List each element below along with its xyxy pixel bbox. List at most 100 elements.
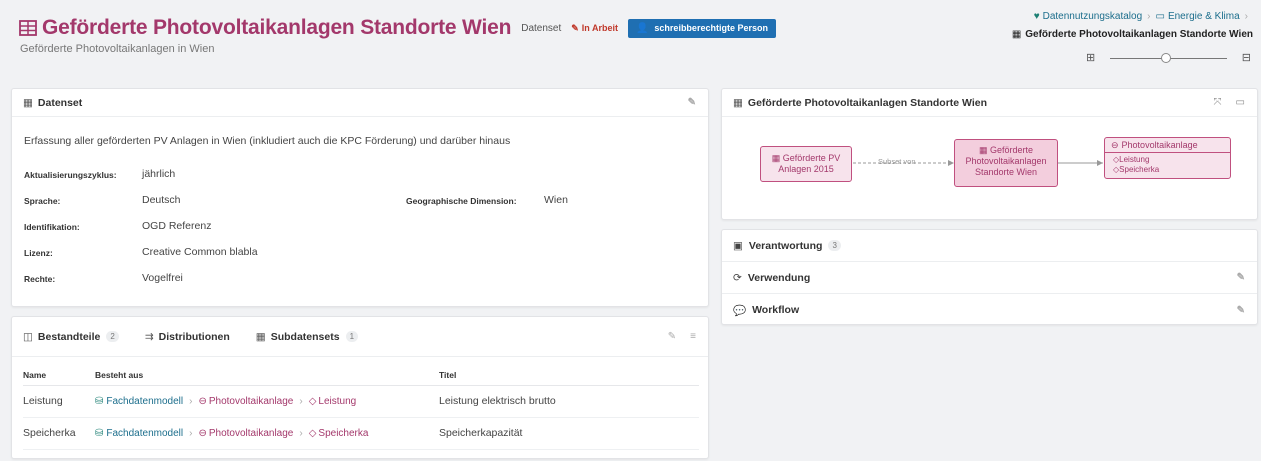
zoom-slider[interactable]: ⊞ ⊟ bbox=[1086, 51, 1251, 65]
user-icon: 👤 bbox=[635, 22, 649, 34]
entity-link[interactable]: Photovoltaikanlage bbox=[209, 396, 294, 407]
database-icon: ⛁ bbox=[95, 427, 104, 439]
model-link[interactable]: Fachdatenmodell bbox=[106, 428, 183, 439]
menu-icon[interactable]: ≡ bbox=[690, 331, 696, 342]
table-icon: ▦ bbox=[978, 145, 988, 155]
table-icon: ▦ bbox=[771, 153, 781, 163]
role-badge-label: schreibberechtigte Person bbox=[654, 23, 768, 33]
zoom-handle[interactable] bbox=[1161, 53, 1171, 63]
property-value: Creative Common blabla bbox=[142, 246, 258, 258]
attribute-link[interactable]: Leistung bbox=[318, 396, 356, 407]
cell-title: Speicherkapazität bbox=[439, 417, 699, 450]
cell-besteht-aus: ⛁ Fachdatenmodell › ⊖ Photovoltaikanlage… bbox=[95, 385, 439, 418]
model-link[interactable]: Fachdatenmodell bbox=[106, 396, 183, 407]
graph-node-label: Geförderte PV Anlagen 2015 bbox=[778, 153, 841, 174]
column-header[interactable]: Besteht aus bbox=[95, 365, 439, 386]
arrow-head bbox=[1097, 160, 1103, 166]
graph-panel: ▦ Geförderte Photovoltaikanlagen Standor… bbox=[721, 88, 1258, 220]
property-key: Lizenz: bbox=[24, 248, 53, 258]
property-value: Deutsch bbox=[142, 194, 181, 206]
id-card-icon: ▣ bbox=[733, 239, 743, 252]
tag-icon: ◇ bbox=[308, 427, 317, 439]
table-header-row: Name Besteht aus Titel bbox=[23, 365, 699, 386]
distribution-icon: ⇉ bbox=[144, 330, 154, 343]
panel-layout-icon[interactable]: ⊟ bbox=[1242, 51, 1251, 64]
graph-node-current[interactable]: ▦ Geförderte Photovoltaikanlagen Standor… bbox=[954, 139, 1058, 187]
property-row: Rechte: Vogelfrei bbox=[24, 272, 424, 286]
graph-node-entity[interactable]: ⊖ Photovoltaikanlage ◇Leistung ◇Speicher… bbox=[1104, 137, 1231, 179]
count-badge: 3 bbox=[828, 240, 841, 251]
path-separator: › bbox=[299, 395, 303, 407]
columns-icon: ◫ bbox=[23, 330, 33, 343]
type-label: Datenset bbox=[521, 22, 562, 34]
table-row[interactable]: Speicherka ⛁ Fachdatenmodell › ⊖ Photovo… bbox=[23, 417, 699, 450]
pencil-icon: ✎ bbox=[571, 22, 579, 33]
path-separator: › bbox=[189, 427, 193, 439]
grid-small-icon[interactable]: ⊞ bbox=[1086, 51, 1095, 64]
breadcrumb-current: ▦ Geförderte Photovoltaikanlagen Standor… bbox=[1012, 29, 1253, 40]
edit-icon[interactable]: ✎ bbox=[1237, 272, 1245, 283]
cell-besteht-aus: ⛁ Fachdatenmodell › ⊖ Photovoltaikanlage… bbox=[95, 417, 439, 450]
property-key: Sprache: bbox=[24, 196, 61, 206]
property-row: Aktualisierungszyklus: jährlich bbox=[24, 168, 424, 182]
side-panel: ▣ Verantwortung 3 ⟳ Verwendung ✎ 💬 Workf… bbox=[721, 229, 1258, 325]
page-title: Geförderte Photovoltaikanlagen Standorte… bbox=[42, 16, 512, 39]
edit-icon[interactable]: ✎ bbox=[688, 97, 696, 108]
entity-attribute: ◇Leistung bbox=[1113, 155, 1222, 165]
tab-distributionen[interactable]: ⇉ Distributionen bbox=[145, 331, 230, 343]
attribute-link[interactable]: Speicherka bbox=[318, 428, 368, 439]
section-label: Verantwortung bbox=[748, 239, 823, 252]
datenset-panel-header: ▦ Datenset ✎ bbox=[12, 89, 708, 117]
cell-title: Leistung elektrisch brutto bbox=[439, 385, 699, 418]
breadcrumb-item-catalog[interactable]: Datennutzungskatalog bbox=[1043, 11, 1143, 22]
tab-label: Subdatensets bbox=[270, 330, 340, 343]
column-header[interactable]: Name bbox=[23, 365, 95, 386]
page-subtitle: Geförderte Photovoltaikanlagen in Wien bbox=[20, 43, 215, 55]
edit-icon[interactable]: ✎ bbox=[668, 331, 676, 342]
section-verwendung[interactable]: ⟳ Verwendung ✎ bbox=[722, 262, 1257, 294]
folder-icon: ▭ bbox=[1155, 11, 1165, 22]
property-key: Identifikation: bbox=[24, 222, 80, 232]
entity-link[interactable]: Photovoltaikanlage bbox=[209, 428, 294, 439]
entity-attribute: ◇Speicherka bbox=[1113, 165, 1222, 175]
entity-icon: ⊖ bbox=[198, 395, 207, 407]
attribute-label: Speicherka bbox=[1119, 165, 1160, 174]
table-icon bbox=[19, 20, 37, 36]
tab-bestandteile[interactable]: ◫ Bestandteile 2 bbox=[23, 331, 119, 343]
role-badge[interactable]: 👤 schreibberechtigte Person bbox=[627, 18, 776, 38]
edit-icon[interactable]: ✎ bbox=[1237, 305, 1245, 316]
count-badge: 1 bbox=[345, 331, 359, 342]
table-row[interactable]: Leistung ⛁ Fachdatenmodell › ⊖ Photovolt… bbox=[23, 385, 699, 418]
datenset-description: Erfassung aller geförderten PV Anlagen i… bbox=[24, 135, 511, 147]
tab-subdatensets[interactable]: ▦ Subdatensets 1 bbox=[256, 330, 359, 343]
bestandteile-panel: ◫ Bestandteile 2 ⇉ Distributionen ▦ Subd… bbox=[11, 316, 709, 459]
title-row: Geförderte Photovoltaikanlagen Standorte… bbox=[19, 16, 776, 40]
section-verantwortung[interactable]: ▣ Verantwortung 3 bbox=[722, 230, 1257, 262]
edge-label: Subset von bbox=[878, 157, 916, 166]
property-value: Wien bbox=[544, 194, 568, 206]
tab-label: Bestandteile bbox=[37, 330, 101, 343]
section-workflow[interactable]: 💬 Workflow ✎ bbox=[722, 294, 1257, 326]
property-value: OGD Referenz bbox=[142, 220, 212, 232]
property-row: Lizenz: Creative Common blabla bbox=[24, 246, 424, 260]
status-text: In Arbeit bbox=[581, 23, 618, 33]
datenset-panel-title: Datenset bbox=[37, 96, 83, 109]
property-value: Vogelfrei bbox=[142, 272, 183, 284]
breadcrumb-item-energie[interactable]: Energie & Klima bbox=[1168, 11, 1240, 22]
property-key: Geographische Dimension: bbox=[406, 196, 517, 206]
tab-bar: ◫ Bestandteile 2 ⇉ Distributionen ▦ Subd… bbox=[12, 317, 708, 357]
tag-icon: ◇ bbox=[308, 395, 317, 407]
entity-attributes: ◇Leistung ◇Speicherka bbox=[1105, 153, 1230, 177]
status-label: ✎ In Arbeit bbox=[571, 23, 618, 34]
property-row: Sprache: Deutsch bbox=[24, 194, 424, 208]
cell-name: Leistung bbox=[23, 385, 95, 418]
graph-node-pv-2015[interactable]: ▦ Geförderte PV Anlagen 2015 bbox=[760, 146, 852, 182]
database-icon: ⛁ bbox=[95, 395, 104, 407]
refresh-icon: ⟳ bbox=[733, 271, 742, 284]
column-header[interactable]: Titel bbox=[439, 365, 699, 386]
breadcrumb: ♥ Datennutzungskatalog › ▭ Energie & Kli… bbox=[1034, 11, 1253, 22]
breadcrumb-separator: › bbox=[1147, 11, 1151, 22]
graph-node-label: Geförderte Photovoltaikanlagen Standorte… bbox=[965, 145, 1047, 177]
property-key: Rechte: bbox=[24, 274, 56, 284]
model-path: ⛁ Fachdatenmodell › ⊖ Photovoltaikanlage… bbox=[95, 396, 439, 407]
